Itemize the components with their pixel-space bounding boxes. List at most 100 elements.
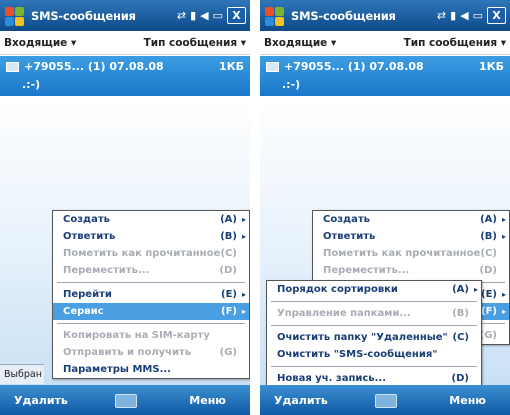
menu-item[interactable]: Параметры MMS... — [53, 361, 249, 378]
status-icons: ⇄ ▮ ◀ ▭ X — [177, 7, 246, 24]
menu-item[interactable]: Очистить папку "Удаленные" (C) — [267, 329, 481, 346]
menu-item-label: Пометить как прочитанное — [323, 248, 481, 259]
volume-icon[interactable]: ◀ — [200, 9, 208, 22]
close-button[interactable]: X — [227, 7, 246, 24]
keyboard-icon[interactable] — [375, 394, 397, 408]
delete-softkey[interactable]: Удалить — [14, 394, 68, 407]
menu-item[interactable]: Создать (A) ▸ — [313, 211, 509, 228]
menu-item-label: Параметры MMS... — [63, 364, 171, 375]
menu-item: Копировать на SIM-карту — [53, 327, 249, 344]
submenu-arrow-icon: ▸ — [501, 307, 506, 316]
menu-item-shortcut: (B) — [452, 308, 469, 319]
submenu-arrow-icon: ▸ — [501, 290, 506, 299]
context-menu: Создать (A) ▸ Ответить (B) ▸ Пометить как проч… — [52, 210, 250, 379]
menu-separator — [271, 325, 477, 326]
softkey-bar: Удалить Меню — [260, 385, 510, 415]
battery-icon[interactable]: ▭ — [213, 9, 223, 22]
title-bar: SMS-сообщения ⇄ ▮ ◀ ▭ X — [0, 0, 250, 31]
menu-item[interactable]: Очистить "SMS-сообщения" — [267, 346, 481, 363]
menu-separator — [271, 366, 477, 367]
menu-separator — [57, 323, 245, 324]
chevron-down-icon: ▾ — [70, 36, 77, 49]
menu-item-label: Очистить "SMS-сообщения" — [277, 349, 438, 360]
menu-item: Пометить как прочитанное (C) — [313, 245, 509, 262]
menu-item-shortcut: (A) — [452, 284, 469, 295]
menu-separator — [57, 282, 245, 283]
menu-item-shortcut: (A) — [480, 214, 497, 225]
title-bar: SMS-сообщения ⇄ ▮ ◀ ▭ X — [260, 0, 510, 31]
menu-item-shortcut: (G) — [479, 330, 497, 341]
sort-dropdown[interactable]: Тип сообщения ▾ — [404, 37, 506, 49]
menu-item-label: Пометить как прочитанное — [63, 248, 221, 259]
softkey-bar: Удалить Меню — [0, 385, 250, 415]
chevron-down-icon: ▾ — [330, 36, 337, 49]
delete-softkey[interactable]: Удалить — [274, 394, 328, 407]
menu-item-shortcut: (D) — [479, 265, 497, 276]
folder-dropdown[interactable]: Входящие ▾ — [264, 37, 336, 49]
menu-item-shortcut: (B) — [480, 231, 497, 242]
submenu-arrow-icon: ▸ — [501, 232, 506, 241]
message-row[interactable]: +79055... (1) 07.08.08 1КБ .:-) — [260, 56, 510, 96]
menu-item-label: Создать — [323, 214, 370, 225]
menu-item-shortcut: (E) — [481, 289, 497, 300]
message-date: 07.08.08 — [369, 60, 424, 73]
right-screen: SMS-сообщения ⇄ ▮ ◀ ▭ X Входящие ▾ Тип с… — [260, 0, 510, 415]
menu-item-label: Копировать на SIM-карту — [63, 330, 210, 341]
menu-item: Пометить как прочитанное (C) — [53, 245, 249, 262]
menu-item-label: Очистить папку "Удаленные" — [277, 332, 448, 343]
windows-logo-icon[interactable] — [4, 5, 26, 27]
message-size: 1КБ — [478, 60, 504, 73]
menu-item-shortcut: (C) — [220, 248, 237, 259]
folder-dropdown[interactable]: Входящие ▾ — [4, 37, 76, 49]
menu-item-shortcut: (F) — [481, 306, 497, 317]
menu-item: Отправить и получить (G) — [53, 344, 249, 361]
menu-separator — [271, 301, 477, 302]
menu-item[interactable]: Ответить (B) ▸ — [53, 228, 249, 245]
menu-item[interactable]: Перейти (E) ▸ — [53, 286, 249, 303]
chevron-down-icon: ▾ — [500, 36, 506, 49]
menu-item[interactable]: Сервис (F) ▸ — [53, 303, 249, 320]
battery-icon[interactable]: ▭ — [473, 9, 483, 22]
menu-item[interactable]: Порядок сортировки (A) ▸ — [267, 281, 481, 298]
menu-item-shortcut: (B) — [220, 231, 237, 242]
menu-item-shortcut: (A) — [220, 214, 237, 225]
menu-item-label: Новая уч. запись... — [277, 373, 387, 384]
message-date: 07.08.08 — [109, 60, 164, 73]
menu-item-shortcut: (C) — [480, 248, 497, 259]
menu-item: Переместить... (D) — [313, 262, 509, 279]
status-icons: ⇄ ▮ ◀ ▭ X — [437, 7, 506, 24]
menu-item-shortcut: (E) — [221, 289, 237, 300]
chevron-down-icon: ▾ — [240, 36, 246, 49]
sort-dropdown[interactable]: Тип сообщения ▾ — [144, 37, 246, 49]
keyboard-icon[interactable] — [115, 394, 137, 408]
signal-icon[interactable]: ▮ — [190, 9, 196, 22]
signal-icon[interactable]: ▮ — [450, 9, 456, 22]
column-header: Входящие ▾ Тип сообщения ▾ — [0, 31, 250, 55]
menu-item-label: Перейти — [63, 289, 112, 300]
menu-item-label: Ответить — [63, 231, 116, 242]
menu-item[interactable]: Создать (A) ▸ — [53, 211, 249, 228]
menu-item: Переместить... (D) — [53, 262, 249, 279]
message-sender: +79055... (1) — [24, 60, 106, 73]
connectivity-icon[interactable]: ⇄ — [177, 9, 186, 22]
menu-item-label: Порядок сортировки — [277, 284, 398, 295]
windows-logo-icon[interactable] — [264, 5, 286, 27]
message-row[interactable]: +79055... (1) 07.08.08 1КБ .:-) — [0, 56, 250, 96]
menu-item: Управление папками... (B) — [267, 305, 481, 322]
volume-icon[interactable]: ◀ — [460, 9, 468, 22]
close-button[interactable]: X — [487, 7, 506, 24]
submenu-arrow-icon: ▸ — [501, 215, 506, 224]
menu-item[interactable]: Ответить (B) ▸ — [313, 228, 509, 245]
menu-item-label: Управление папками... — [277, 308, 411, 319]
connectivity-icon[interactable]: ⇄ — [437, 9, 446, 22]
menu-item-label: Отправить и получить — [63, 347, 192, 358]
app-title: SMS-сообщения — [31, 8, 136, 23]
obscured-label: Выбран — [0, 364, 44, 384]
menu-softkey[interactable]: Меню — [189, 394, 226, 407]
menu-softkey[interactable]: Меню — [449, 394, 486, 407]
message-preview: .:-) — [22, 78, 41, 91]
menu-item-label: Ответить — [323, 231, 376, 242]
menu-item-shortcut: (D) — [219, 265, 237, 276]
submenu-arrow-icon: ▸ — [241, 215, 246, 224]
menu-item-label: Переместить... — [63, 265, 150, 276]
